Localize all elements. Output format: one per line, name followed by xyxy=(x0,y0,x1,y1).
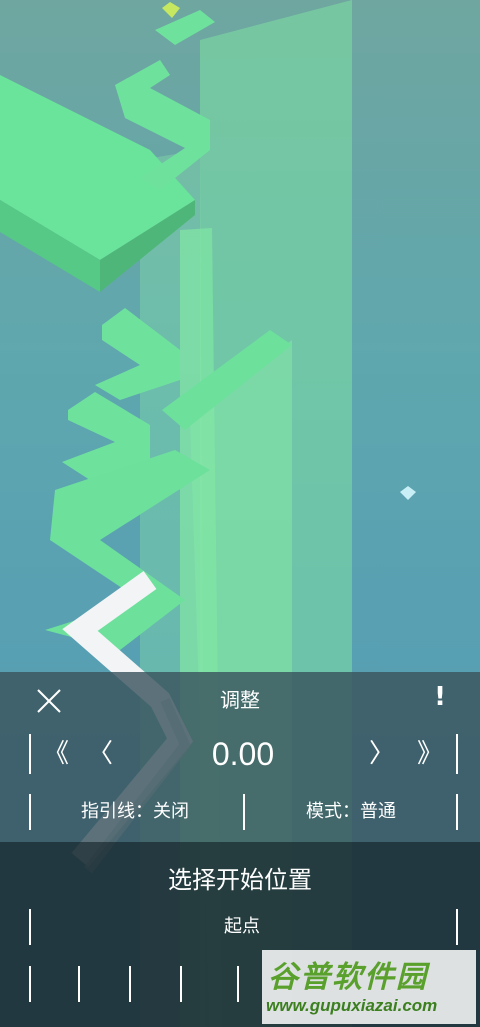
watermark-name: 谷普软件园 xyxy=(268,960,428,995)
checkpoint-marker[interactable] xyxy=(129,966,131,1002)
back-button[interactable]: 〈 xyxy=(82,734,118,774)
guide-line-toggle[interactable]: 指引线：关闭 xyxy=(40,797,230,827)
watermark-url: www.gupuxiazai.com xyxy=(266,996,438,1015)
checkpoint-marker[interactable] xyxy=(78,966,80,1002)
options-left-divider xyxy=(29,794,31,830)
start-row-left-divider xyxy=(29,909,31,945)
checkpoint-marker[interactable] xyxy=(180,966,182,1002)
checkpoint-marker[interactable] xyxy=(237,966,239,1002)
checkpoint-marker[interactable] xyxy=(29,966,31,1002)
options-right-divider xyxy=(456,794,458,830)
start-row-right-divider xyxy=(456,909,458,945)
adjust-title: 调整 xyxy=(220,688,260,712)
player-gem xyxy=(162,2,180,18)
fast-forward-button[interactable]: 》 xyxy=(412,734,448,774)
offset-row-left-divider xyxy=(29,734,31,774)
fast-back-button[interactable]: 《 xyxy=(38,734,74,774)
info-button[interactable]: ! xyxy=(426,682,454,716)
offset-value: 0.00 xyxy=(211,736,275,772)
start-point-option[interactable]: 起点 xyxy=(32,912,452,942)
floating-cube xyxy=(400,486,416,500)
select-start-title: 选择开始位置 xyxy=(168,866,312,894)
options-middle-divider xyxy=(243,794,245,830)
forward-button[interactable]: 〉 xyxy=(364,734,400,774)
mode-toggle[interactable]: 模式：普通 xyxy=(256,797,446,827)
offset-row-right-divider xyxy=(456,734,458,774)
